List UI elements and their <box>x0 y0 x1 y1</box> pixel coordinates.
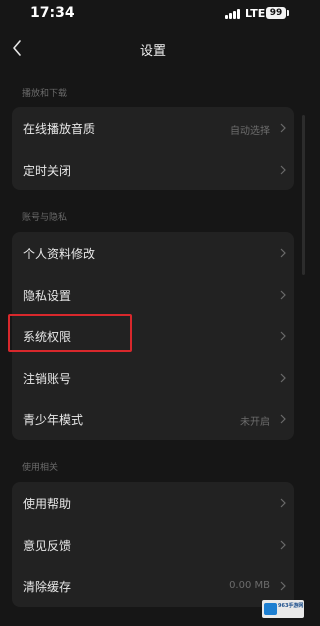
chevron-right-icon <box>280 248 286 258</box>
page-title: 设置 <box>139 44 166 59</box>
row-teen-mode[interactable]: 青少年模式 未开启 <box>12 398 294 440</box>
row-delete-account[interactable]: 注销账号 <box>12 357 294 399</box>
scrollbar[interactable] <box>302 115 305 275</box>
row-label: 清除缓存 <box>23 580 72 594</box>
row-value: 未开启 <box>240 417 270 428</box>
battery-icon: 99 <box>266 7 286 19</box>
chevron-right-icon <box>280 331 286 341</box>
status-time: 17:34 <box>30 5 75 21</box>
row-edit-profile[interactable]: 个人资料修改 <box>12 232 294 274</box>
battery-tip <box>287 10 289 16</box>
row-label: 在线播放音质 <box>23 122 96 136</box>
chevron-right-icon <box>280 290 286 299</box>
watermark-text: 963手游网 <box>278 603 304 609</box>
row-label: 青少年模式 <box>23 413 84 427</box>
row-label: 定时关闭 <box>23 163 72 178</box>
chevron-right-icon <box>280 414 286 424</box>
settings-group-usage: 使用帮助 意见反馈 清除缓存 0.00 MB <box>12 482 294 607</box>
watermark-logo-icon <box>264 603 277 615</box>
row-label: 隐私设置 <box>23 288 72 303</box>
row-value: 自动选择 <box>230 126 270 137</box>
chevron-right-icon <box>280 581 286 591</box>
row-label: 使用帮助 <box>23 497 72 511</box>
chevron-right-icon <box>280 498 286 508</box>
highlight-annotation <box>8 314 132 352</box>
chevron-right-icon <box>280 540 286 549</box>
battery-level: 99 <box>269 8 283 18</box>
row-clear-cache[interactable]: 清除缓存 0.00 MB <box>12 565 294 607</box>
row-help[interactable]: 使用帮助 <box>12 482 294 524</box>
row-online-quality[interactable]: 在线播放音质 自动选择 <box>12 107 294 149</box>
network-type: LTE <box>245 7 266 20</box>
section-header-account: 账号与隐私 <box>22 213 68 223</box>
row-label: 注销账号 <box>23 371 72 386</box>
row-value: 0.00 MB <box>229 580 270 591</box>
watermark-logo: 963手游网 <box>262 600 304 618</box>
row-label: 个人资料修改 <box>23 247 96 261</box>
chevron-right-icon <box>280 373 286 382</box>
section-header-usage: 使用相关 <box>22 463 59 473</box>
row-feedback[interactable]: 意见反馈 <box>12 524 294 566</box>
section-header-playback: 播放和下载 <box>22 89 68 99</box>
cellular-signal-icon <box>225 9 241 19</box>
row-sleep-timer[interactable]: 定时关闭 <box>12 149 294 191</box>
chevron-right-icon <box>280 165 286 174</box>
status-bar: 17:34 LTE 99 <box>0 0 306 30</box>
settings-group-playback: 在线播放音质 自动选择 定时关闭 <box>12 107 294 190</box>
row-privacy-settings[interactable]: 隐私设置 <box>12 274 294 316</box>
chevron-right-icon <box>280 123 286 133</box>
row-label: 意见反馈 <box>23 538 72 553</box>
nav-bar: 设置 <box>0 30 306 66</box>
